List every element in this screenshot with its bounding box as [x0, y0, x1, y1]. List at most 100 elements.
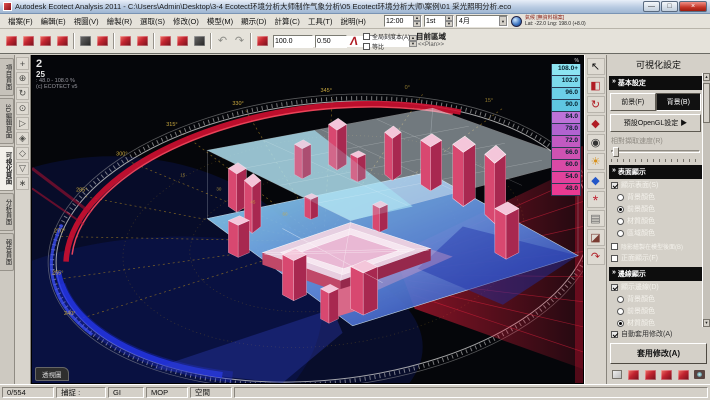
- image-capture-icon[interactable]: [77, 32, 94, 50]
- minimize-button[interactable]: —: [643, 1, 660, 12]
- mode-toggle-status[interactable]: MOP: [146, 387, 188, 398]
- solar-tool-icon[interactable]: [157, 32, 174, 50]
- shadow-display-icon[interactable]: ◧: [587, 77, 605, 94]
- shading-panel-icon[interactable]: [134, 32, 151, 50]
- foreground-button[interactable]: 前景(F): [610, 93, 656, 111]
- menu-help[interactable]: 說明(H): [337, 15, 370, 28]
- tab-project-page[interactable]: 項目頁面: [0, 58, 14, 96]
- lighting-tool-icon[interactable]: [174, 32, 191, 50]
- time-spinner[interactable]: ▲▼: [413, 15, 421, 27]
- save-file-icon[interactable]: [37, 32, 54, 50]
- orbit-tool-icon[interactable]: ⊕: [16, 72, 29, 85]
- export-view-icon[interactable]: ↷: [587, 248, 605, 265]
- background-button[interactable]: 背景(B): [656, 93, 702, 111]
- global-scale-checkbox[interactable]: [363, 33, 370, 40]
- menu-file[interactable]: 檔案(F): [4, 15, 37, 28]
- zone-manage-icon[interactable]: [94, 32, 111, 50]
- open-file-icon[interactable]: [20, 32, 37, 50]
- menu-display[interactable]: 顯示(D): [237, 15, 270, 28]
- visibility-icon[interactable]: ◉: [587, 134, 605, 151]
- perspective-view-icon[interactable]: ▽: [16, 162, 29, 175]
- shaded-mode-icon[interactable]: [627, 368, 641, 381]
- snapshot-camera-icon[interactable]: [693, 368, 707, 381]
- day-field[interactable]: ▲▼: [424, 15, 454, 27]
- rendered-mode-icon[interactable]: [660, 368, 674, 381]
- rotate-tool-icon[interactable]: ↻: [16, 87, 29, 100]
- front-faces-checkbox[interactable]: [611, 255, 618, 262]
- realtime-mode-icon[interactable]: [676, 368, 690, 381]
- menu-draw[interactable]: 繪製(R): [103, 15, 136, 28]
- surface-zone-color-radio[interactable]: [617, 230, 624, 237]
- tab-report-page[interactable]: 報告頁面: [0, 233, 14, 271]
- edge-bg-color-radio[interactable]: [617, 296, 624, 303]
- scale-field[interactable]: ▲▼: [273, 35, 313, 48]
- pan-tool-icon[interactable]: +: [16, 57, 29, 70]
- menu-select[interactable]: 選取(S): [136, 15, 169, 28]
- edge-fg-color-radio[interactable]: [617, 308, 624, 315]
- surface-fg-color-radio[interactable]: [617, 206, 624, 213]
- analysis-grid-icon[interactable]: *: [587, 191, 605, 208]
- grid-toggle-icon[interactable]: ▤: [587, 210, 605, 227]
- surface-material-color-radio[interactable]: [617, 218, 624, 225]
- render-mode-icon[interactable]: ◆: [587, 115, 605, 132]
- show-surfaces-checkbox[interactable]: [611, 182, 618, 189]
- day-input[interactable]: [425, 16, 445, 26]
- default-opengl-button[interactable]: 預設OpenGL設定 ▶: [610, 114, 701, 132]
- show-edges-checkbox[interactable]: [611, 284, 618, 291]
- section-surface-display[interactable]: » 表面顯示: [609, 165, 702, 179]
- month-dropdown[interactable]: 4月 ▼: [456, 15, 508, 27]
- panel-scrollbar[interactable]: ▲ ▼: [702, 73, 710, 327]
- rotate-model-icon[interactable]: ↻: [587, 96, 605, 113]
- menu-model[interactable]: 模型(M): [203, 15, 237, 28]
- menu-modify[interactable]: 修改(O): [169, 15, 203, 28]
- shadows-behind-checkbox[interactable]: [611, 243, 618, 250]
- animation-icon[interactable]: ◪: [587, 229, 605, 246]
- scale-tool-icon[interactable]: [254, 32, 271, 50]
- axonometric-view-icon[interactable]: ◈: [16, 132, 29, 145]
- material-panel-icon[interactable]: [117, 32, 134, 50]
- slider-thumb[interactable]: [613, 147, 619, 157]
- tab-analysis-page[interactable]: 分析頁面: [0, 193, 14, 231]
- redo-icon[interactable]: ↷: [231, 32, 248, 50]
- textured-mode-icon[interactable]: [643, 368, 657, 381]
- time-input[interactable]: [385, 16, 413, 26]
- day-spinner[interactable]: ▲▼: [445, 15, 453, 27]
- wireframe-mode-icon[interactable]: [610, 368, 624, 381]
- view-name-tab[interactable]: 透視圖: [35, 367, 69, 381]
- scroll-thumb[interactable]: [703, 83, 710, 123]
- acoustic-tool-icon[interactable]: [191, 32, 208, 50]
- undo-icon[interactable]: ↶: [214, 32, 231, 50]
- print-icon[interactable]: [54, 32, 71, 50]
- time-field[interactable]: ▲▼: [384, 15, 422, 27]
- section-basic-settings[interactable]: » 基本設定: [609, 76, 702, 90]
- month-dropdown-arrow[interactable]: ▼: [499, 15, 507, 27]
- tab-3d-editor-page[interactable]: 3D編輯頁面: [0, 98, 14, 144]
- zoom-tool-icon[interactable]: ⊙: [16, 102, 29, 115]
- apply-changes-button[interactable]: 套用修改(A): [610, 343, 707, 364]
- new-file-icon[interactable]: [3, 32, 20, 50]
- globe-icon[interactable]: [511, 16, 522, 27]
- contour-field[interactable]: ▲▼: [315, 35, 347, 48]
- plan-view-icon[interactable]: ◇: [16, 147, 29, 160]
- 3d-viewport[interactable]: 345°330° 315°300° 285°270° 255°240° 0°15…: [31, 55, 584, 384]
- menu-calculate[interactable]: 計算(C): [271, 15, 304, 28]
- menu-edit[interactable]: 編輯(E): [37, 15, 70, 28]
- sky-icon[interactable]: ◆: [587, 172, 605, 189]
- maximize-button[interactable]: □: [661, 1, 678, 12]
- select-cursor-icon[interactable]: ↖: [587, 58, 605, 75]
- surface-bg-color-radio[interactable]: [617, 194, 624, 201]
- close-button[interactable]: ×: [679, 1, 707, 12]
- camera-view-icon[interactable]: ▷: [16, 117, 29, 130]
- redraw-speed-slider[interactable]: [611, 147, 700, 159]
- sun-icon[interactable]: ☀: [587, 153, 605, 170]
- tab-visualize-page[interactable]: 可視化頁面: [0, 146, 14, 191]
- menu-tools[interactable]: 工具(T): [304, 15, 337, 28]
- current-zone-block[interactable]: 目前區域 <<Plan>>: [416, 33, 446, 49]
- edge-material-color-radio[interactable]: [617, 320, 624, 327]
- scroll-down-arrow[interactable]: ▼: [703, 319, 710, 327]
- ratio-checkbox[interactable]: [363, 43, 370, 50]
- grid-toggle-status[interactable]: GI: [108, 387, 144, 398]
- section-edge-display[interactable]: » 邊線顯示: [609, 267, 702, 281]
- menu-view[interactable]: 視圖(V): [70, 15, 103, 28]
- auto-apply-checkbox[interactable]: [611, 331, 618, 338]
